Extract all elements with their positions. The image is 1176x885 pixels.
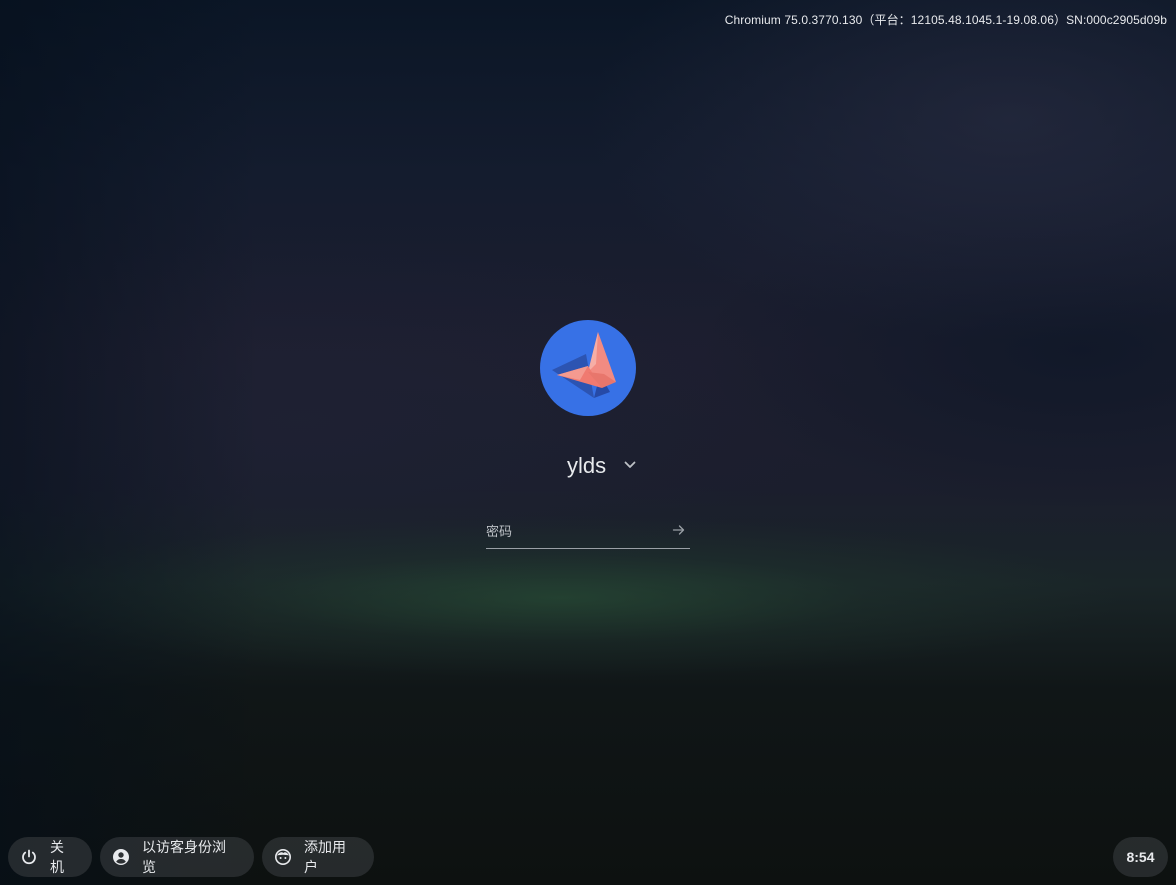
status-clock[interactable]: 8:54 — [1113, 837, 1168, 877]
user-name-row: ylds — [0, 450, 1176, 482]
browse-as-guest-label: 以访客身份浏览 — [142, 839, 226, 875]
add-user-icon — [274, 848, 292, 866]
background-shade — [0, 0, 260, 885]
browse-as-guest-button[interactable]: 以访客身份浏览 — [100, 837, 254, 877]
account-circle-icon — [112, 848, 130, 866]
arrow-right-icon[interactable] — [671, 522, 687, 538]
password-input[interactable] — [486, 516, 666, 546]
user-avatar[interactable] — [540, 320, 636, 416]
shutdown-label: 关机 — [50, 839, 64, 875]
version-info: Chromium 75.0.3770.130（平台：12105.48.1045.… — [724, 13, 1167, 27]
add-user-label: 添加用户 — [304, 839, 346, 875]
user-name: ylds — [567, 453, 607, 478]
power-icon — [20, 848, 38, 866]
add-user-button[interactable]: 添加用户 — [262, 837, 374, 877]
shutdown-button[interactable]: 关机 — [8, 837, 92, 877]
chevron-down-icon[interactable] — [621, 456, 639, 474]
password-field — [486, 516, 690, 549]
origami-butterfly-avatar — [552, 332, 616, 398]
clock-time: 8:54 — [1126, 849, 1155, 865]
